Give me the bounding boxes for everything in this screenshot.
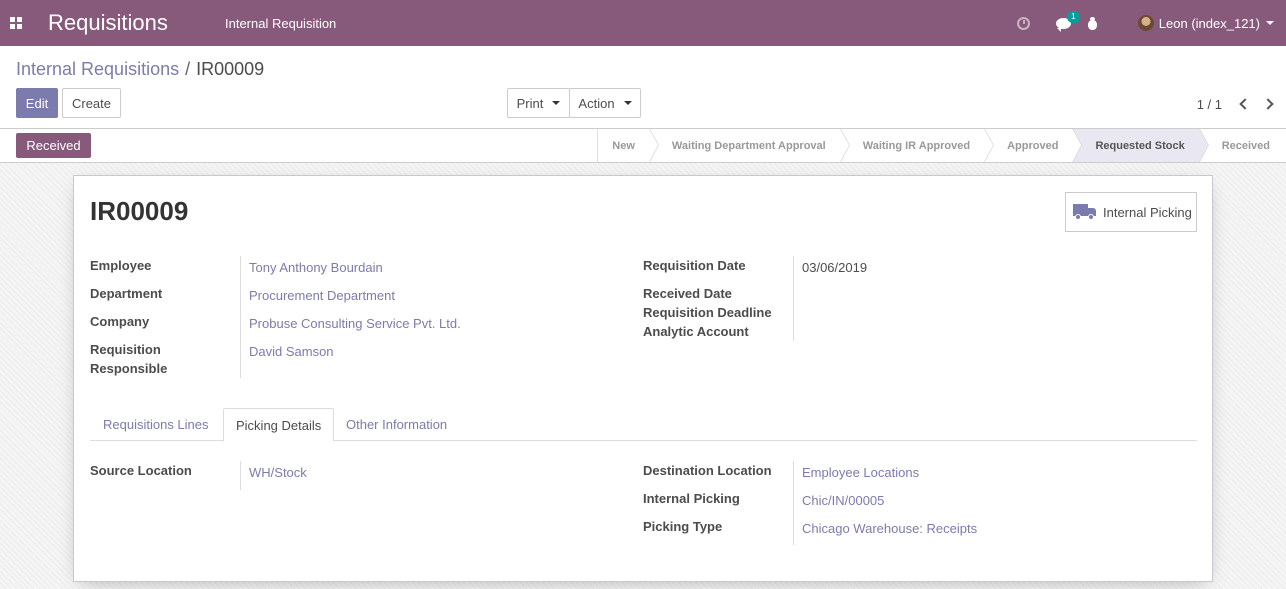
field-divider: [793, 256, 794, 341]
received-button[interactable]: Received: [16, 133, 91, 158]
caret-down-icon: [623, 101, 632, 105]
pager-previous-button[interactable]: [1236, 97, 1251, 111]
destination-location-field[interactable]: Employee Locations: [802, 463, 919, 482]
breadcrumb-current: IR00009: [196, 59, 265, 79]
internal-picking-button[interactable]: Internal Picking: [1065, 192, 1197, 232]
field-divider: [793, 461, 794, 545]
internal-picking-label: Internal Picking: [1103, 204, 1192, 220]
stage-waiting-department-approval[interactable]: Waiting Department Approval: [648, 129, 850, 162]
caret-down-icon: [552, 101, 561, 105]
department-label: Department: [90, 286, 163, 301]
navbar-systray: 1 Leon (index_121): [1016, 0, 1286, 46]
chevron-right-icon: [1262, 98, 1274, 110]
tab-picking-details[interactable]: Picking Details: [223, 408, 335, 442]
record-title: IR00009: [90, 196, 189, 226]
user-menu[interactable]: Leon (index_121): [1137, 15, 1274, 31]
source-location-label: Source Location: [90, 463, 192, 478]
user-name: Leon (index_121): [1158, 15, 1260, 31]
breadcrumb-parent-link[interactable]: Internal Requisitions: [16, 59, 179, 79]
requisition-deadline-label: Requisition Deadline: [643, 305, 772, 320]
print-label: Print: [516, 95, 544, 111]
requisition-date-label: Requisition Date: [643, 258, 746, 273]
pager-value[interactable]: 1 / 1: [1197, 97, 1222, 112]
message-count-badge: 1: [1066, 10, 1080, 23]
truck-icon: [1073, 204, 1097, 220]
requisition-responsible-field[interactable]: David Samson: [249, 342, 334, 361]
menu-internal-requisition[interactable]: Internal Requisition: [225, 16, 336, 31]
edit-button[interactable]: Edit: [16, 88, 58, 118]
stage-waiting-ir-approved[interactable]: Waiting IR Approved: [839, 129, 995, 162]
notebook-tabs: Requisitions Lines Picking Details Other…: [90, 408, 1197, 442]
analytic-account-label: Analytic Account: [643, 324, 749, 339]
chevron-down-icon: [1266, 21, 1274, 25]
breadcrumb: Internal Requisitions / IR00009: [16, 59, 264, 80]
source-location-field[interactable]: WH/Stock: [249, 463, 307, 482]
stage-progress: New Waiting Department Approval Waiting …: [597, 129, 1286, 162]
top-navbar: Requisitions Internal Requisition 1 Leon…: [0, 0, 1286, 46]
internal-picking-field[interactable]: Chic/IN/00005: [802, 491, 884, 510]
status-bar: Received New Waiting Department Approval…: [0, 129, 1286, 163]
breadcrumb-separator: /: [185, 59, 191, 79]
activity-button[interactable]: [1016, 16, 1040, 30]
stage-requested-stock[interactable]: Requested Stock: [1072, 129, 1209, 162]
field-divider: [240, 256, 241, 378]
department-field[interactable]: Procurement Department: [249, 286, 395, 305]
requisition-date-field[interactable]: 03/06/2019: [802, 258, 867, 277]
pager-next-button[interactable]: [1262, 97, 1277, 111]
field-divider: [240, 461, 241, 490]
company-field[interactable]: Probuse Consulting Service Pvt. Ltd.: [249, 314, 461, 333]
internal-picking-field-label: Internal Picking: [643, 491, 740, 506]
tab-requisitions-lines[interactable]: Requisitions Lines: [91, 408, 221, 441]
stage-approved[interactable]: Approved: [984, 129, 1083, 162]
clock-icon: [1016, 16, 1030, 30]
action-dropdown[interactable]: Action: [569, 88, 641, 118]
debug-button[interactable]: [1087, 16, 1122, 30]
print-dropdown[interactable]: Print: [507, 88, 570, 118]
employee-label: Employee: [90, 258, 152, 273]
apps-menu-icon[interactable]: [0, 0, 32, 46]
form-sheet: IR00009 Internal Picking Employee Tony A…: [73, 175, 1213, 582]
picking-type-label: Picking Type: [643, 519, 723, 534]
destination-location-label: Destination Location: [643, 463, 772, 478]
avatar: [1137, 15, 1154, 31]
company-label: Company: [90, 314, 150, 329]
messaging-button[interactable]: 1: [1055, 10, 1080, 32]
tab-other-information[interactable]: Other Information: [334, 408, 459, 441]
picking-type-field[interactable]: Chicago Warehouse: Receipts: [802, 519, 977, 538]
app-title[interactable]: Requisitions: [48, 10, 225, 36]
chevron-left-icon: [1239, 98, 1251, 110]
control-panel: Internal Requisitions / IR00009 Edit Creat…: [0, 46, 1286, 129]
stage-received[interactable]: Received: [1198, 129, 1286, 162]
employee-field[interactable]: Tony Anthony Bourdain: [249, 258, 383, 277]
bug-icon: [1087, 16, 1098, 30]
stage-new[interactable]: New: [597, 129, 659, 162]
requisition-responsible-label: Requisition Responsible: [90, 342, 168, 376]
create-button[interactable]: Create: [62, 88, 121, 118]
action-label: Action: [578, 95, 615, 111]
received-date-label: Received Date: [643, 286, 732, 301]
